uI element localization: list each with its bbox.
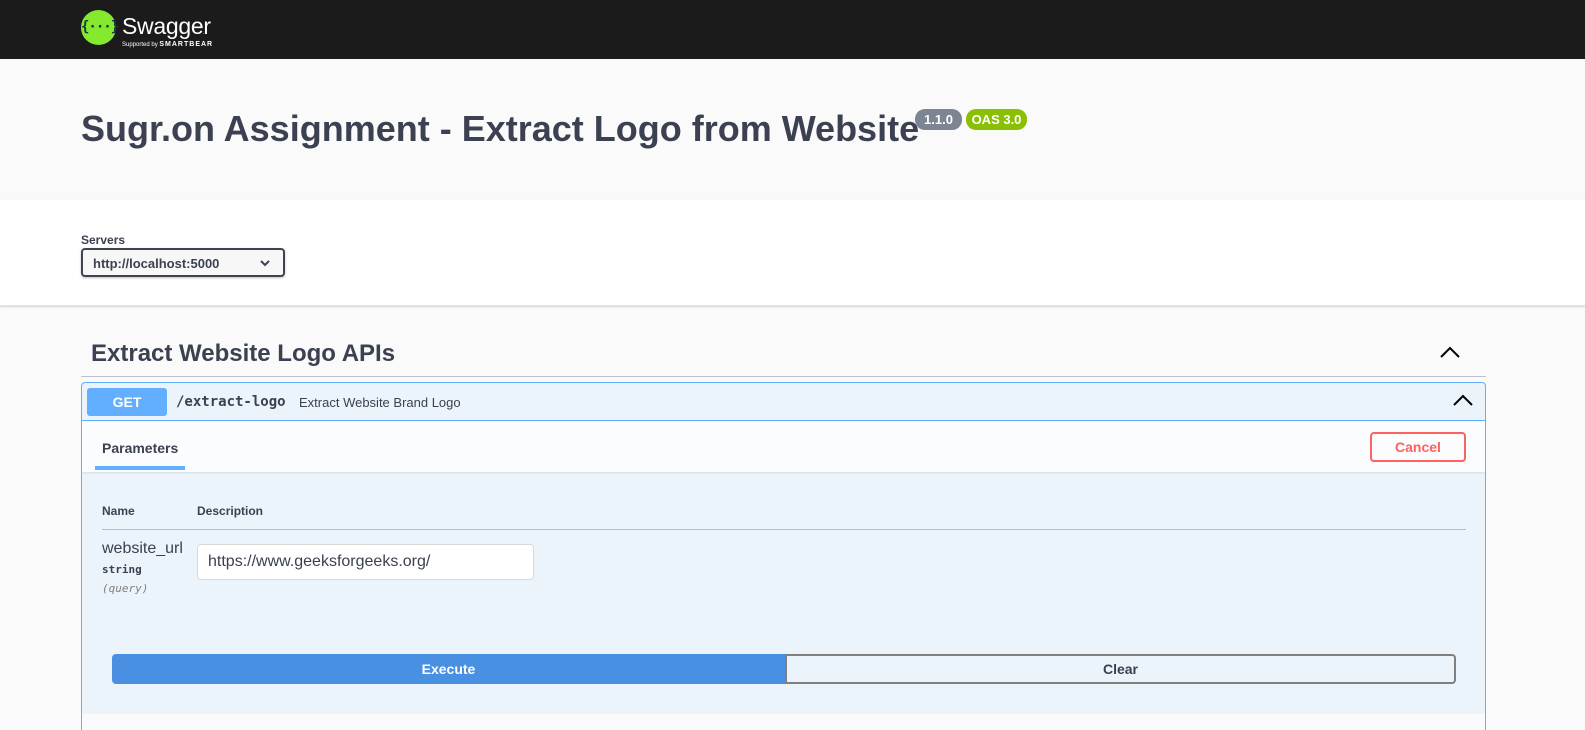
parameter-name: website_url bbox=[102, 540, 183, 557]
supported-by-text: Supported by bbox=[122, 42, 158, 48]
smartbear-text: SMARTBEAR bbox=[159, 41, 214, 48]
method-badge: GET bbox=[87, 388, 167, 416]
column-header-name: Name bbox=[102, 504, 135, 518]
swagger-logo-icon[interactable]: {···} bbox=[81, 10, 119, 45]
tag-section-header[interactable]: Extract Website Logo APIs bbox=[81, 330, 1486, 377]
chevron-up-icon[interactable] bbox=[1452, 390, 1474, 412]
parameter-location: (query) bbox=[102, 582, 149, 595]
server-select[interactable]: http://localhost:5000 bbox=[81, 248, 285, 277]
operation-path: /extract-logo bbox=[176, 394, 286, 410]
chevron-up-icon[interactable] bbox=[1439, 342, 1461, 364]
page-title: Sugr.on Assignment - Extract Logo from W… bbox=[81, 108, 920, 149]
operation-block-get: GET /extract-logo Extract Website Brand … bbox=[81, 382, 1486, 730]
clear-button[interactable]: Clear bbox=[785, 654, 1456, 684]
version-badge: 1.1.0 bbox=[915, 109, 962, 130]
parameters-tab-header: Parameters Cancel bbox=[82, 421, 1485, 472]
server-select-value: http://localhost:5000 bbox=[93, 256, 220, 271]
brand-trademark: . bbox=[203, 30, 205, 36]
parameter-type: string bbox=[102, 563, 142, 576]
top-bar: {···} Swagger . Supported by SMARTBEAR bbox=[0, 0, 1585, 59]
cancel-button[interactable]: Cancel bbox=[1370, 432, 1466, 462]
logo-glyph: {···} bbox=[81, 19, 119, 35]
chevron-down-icon bbox=[260, 260, 270, 267]
tab-parameters[interactable]: Parameters bbox=[102, 440, 178, 456]
website-url-input[interactable] bbox=[197, 544, 534, 580]
column-header-description: Description bbox=[197, 504, 264, 518]
brand-subtitle: Supported by SMARTBEAR bbox=[122, 41, 213, 48]
tag-title: Extract Website Logo APIs bbox=[91, 340, 396, 367]
execute-button[interactable]: Execute bbox=[112, 654, 785, 684]
operation-summary[interactable]: GET /extract-logo Extract Website Brand … bbox=[82, 383, 1485, 421]
tab-underline bbox=[95, 466, 185, 470]
responses-strip bbox=[82, 714, 1485, 730]
servers-label: Servers bbox=[81, 233, 126, 247]
operation-description: Extract Website Brand Logo bbox=[299, 395, 461, 410]
oas-badge: OAS 3.0 bbox=[966, 109, 1027, 130]
brand-name[interactable]: Swagger bbox=[122, 13, 211, 40]
divider bbox=[102, 529, 1466, 530]
